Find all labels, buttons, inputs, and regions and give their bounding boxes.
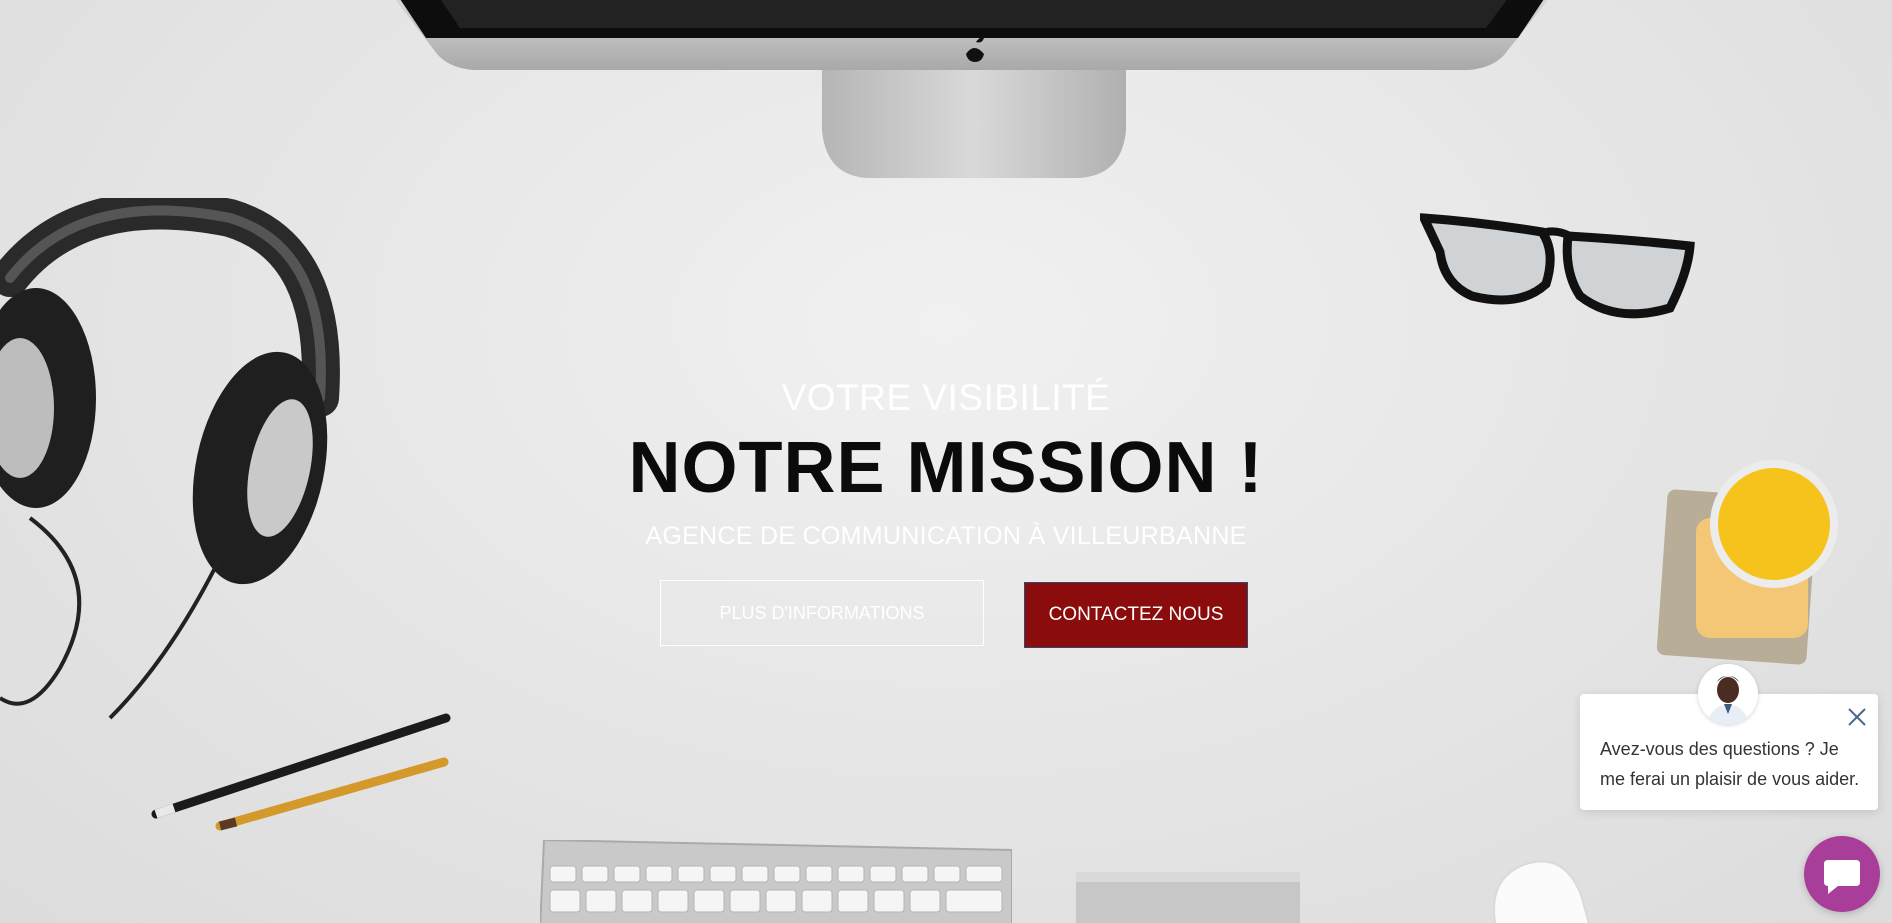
glasses-image (1420, 213, 1695, 319)
chat-bubble-icon (1824, 860, 1860, 894)
keyboard-image (540, 840, 1012, 923)
agent-avatar (1698, 664, 1758, 724)
hero-section: VOTRE VISIBILITÉ NOTRE MISSION ! AGENCE … (0, 372, 1892, 554)
contact-button[interactable]: CONTACTEZ NOUS (1024, 582, 1248, 648)
hero-kicker: VOTRE VISIBILITÉ (781, 377, 1111, 418)
hero-subtitle: AGENCE DE COMMUNICATION À VILLEURBANNE (645, 522, 1247, 550)
pencils-image (151, 713, 451, 831)
chat-launcher-button[interactable] (1804, 836, 1880, 912)
mouse-image (1493, 860, 1590, 923)
hero-title: NOTRE MISSION ! (628, 428, 1264, 508)
imac-image (395, 0, 1548, 178)
trackpad-image (1076, 872, 1300, 923)
more-info-button[interactable]: PLUS D'INFORMATIONS (660, 580, 984, 646)
hero-buttons: PLUS D'INFORMATIONS CONTACTEZ NOUS (0, 580, 1892, 650)
close-icon[interactable] (1844, 704, 1870, 730)
chat-message-text: Avez-vous des questions ? Je me ferai un… (1600, 739, 1860, 789)
agent-avatar-icon (1698, 664, 1758, 724)
